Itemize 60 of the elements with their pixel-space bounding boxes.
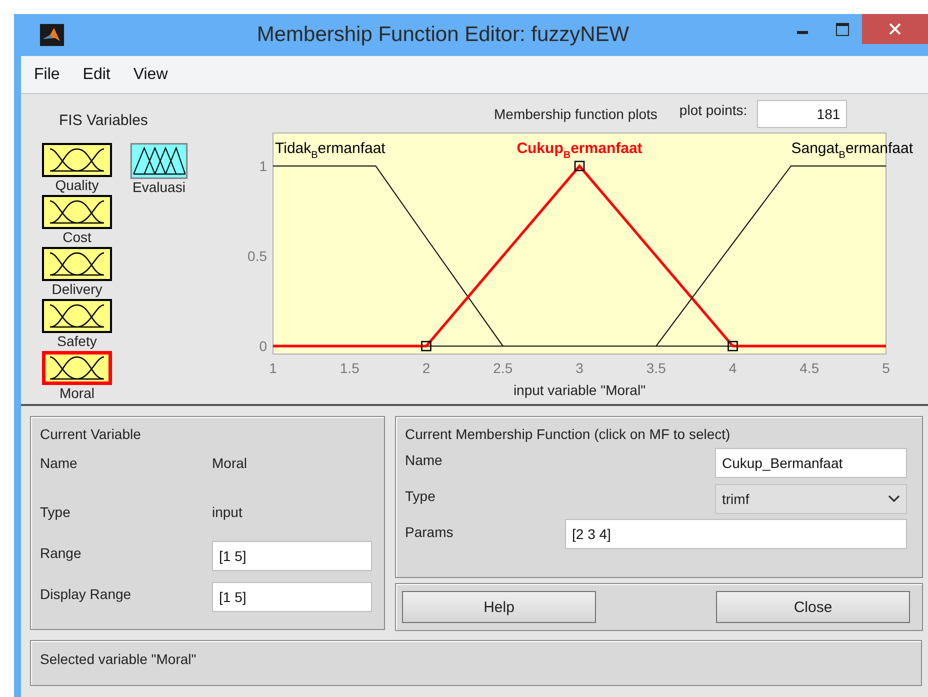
variable-name: Delivery [52, 282, 102, 297]
panel-title: Current Membership Function (click on MF to select) [405, 426, 732, 442]
field-label: Range [40, 544, 82, 560]
axis-tick-label: 5 [882, 360, 890, 376]
variable-name: Evaluasi [132, 180, 186, 195]
params-field[interactable]: [2 3 4] [565, 519, 907, 549]
menu-item[interactable]: View [123, 66, 178, 84]
curve-label: Sangat$_{B}$ermanfaat [791, 140, 913, 161]
variable-name: Cost [62, 230, 92, 245]
variable-name: Moral [59, 386, 94, 401]
curve-label: Tidak$_{B}$ermanfaat [275, 140, 386, 161]
membership-curve[interactable] [272, 166, 504, 347]
type-dropdown[interactable]: trimf [715, 484, 907, 514]
field-label: Display Range [40, 586, 132, 602]
menu-item[interactable]: File [24, 66, 70, 84]
field-value: input [212, 504, 242, 520]
input-variable-icon[interactable] [42, 143, 112, 177]
field-label: Name [405, 452, 444, 468]
plot-points-field[interactable]: 181 [757, 100, 848, 128]
status-text: Selected variable "Moral" [40, 651, 196, 667]
axis-tick-label: 0.5 [248, 248, 267, 264]
axis-tick-label: 1 [269, 360, 277, 376]
axis-tick-label: 1 [259, 158, 267, 174]
axis-tick-label: 4 [728, 360, 737, 376]
input-field[interactable]: [1 5] [212, 582, 372, 612]
axis-tick-label: 4.5 [800, 360, 820, 376]
close-button[interactable]: Close [716, 591, 910, 623]
field-value: Moral [212, 454, 248, 470]
axis-tick-label: 0 [259, 338, 267, 354]
plot-title: Membership function plots [494, 106, 658, 122]
panel-title: Current Variable [40, 426, 142, 442]
section-title: FIS Variables [59, 112, 148, 129]
field-label: Type [405, 488, 436, 504]
app-logo-icon [40, 24, 64, 46]
help-button[interactable]: Help [402, 591, 596, 623]
axis-tick-label: 3 [576, 360, 584, 376]
variable-name: Safety [57, 334, 97, 349]
field-label: plot points: [679, 102, 748, 118]
input-variable-icon[interactable] [42, 351, 112, 385]
close-icon [889, 23, 901, 35]
curve-label: Cukup$_{B}$ermanfaat [516, 140, 642, 161]
axis-tick-label: 2.5 [493, 360, 513, 376]
field-label: Type [40, 504, 72, 520]
input-variable-icon[interactable] [42, 247, 112, 281]
name-field[interactable]: Cukup_Bermanfaat [715, 448, 907, 478]
axis-tick-label: 2 [422, 360, 430, 376]
variable-name: Quality [55, 178, 99, 193]
input-variable-icon[interactable] [42, 195, 112, 229]
caret-icon [888, 495, 900, 503]
input-variable-icon[interactable] [42, 299, 112, 333]
field-label: Params [405, 524, 454, 540]
axis-tick-label: 3.5 [646, 360, 666, 376]
window-title: Membership Function Editor: fuzzyNEW [256, 23, 630, 47]
axis-label: input variable "Moral" [513, 382, 646, 398]
close-button[interactable] [862, 14, 928, 44]
axis-tick-label: 1.5 [340, 360, 360, 376]
menu-item[interactable]: Edit [72, 66, 120, 84]
field-label: Name [40, 454, 78, 470]
input-field[interactable]: [1 5] [212, 540, 372, 570]
membership-curve[interactable] [656, 166, 886, 347]
